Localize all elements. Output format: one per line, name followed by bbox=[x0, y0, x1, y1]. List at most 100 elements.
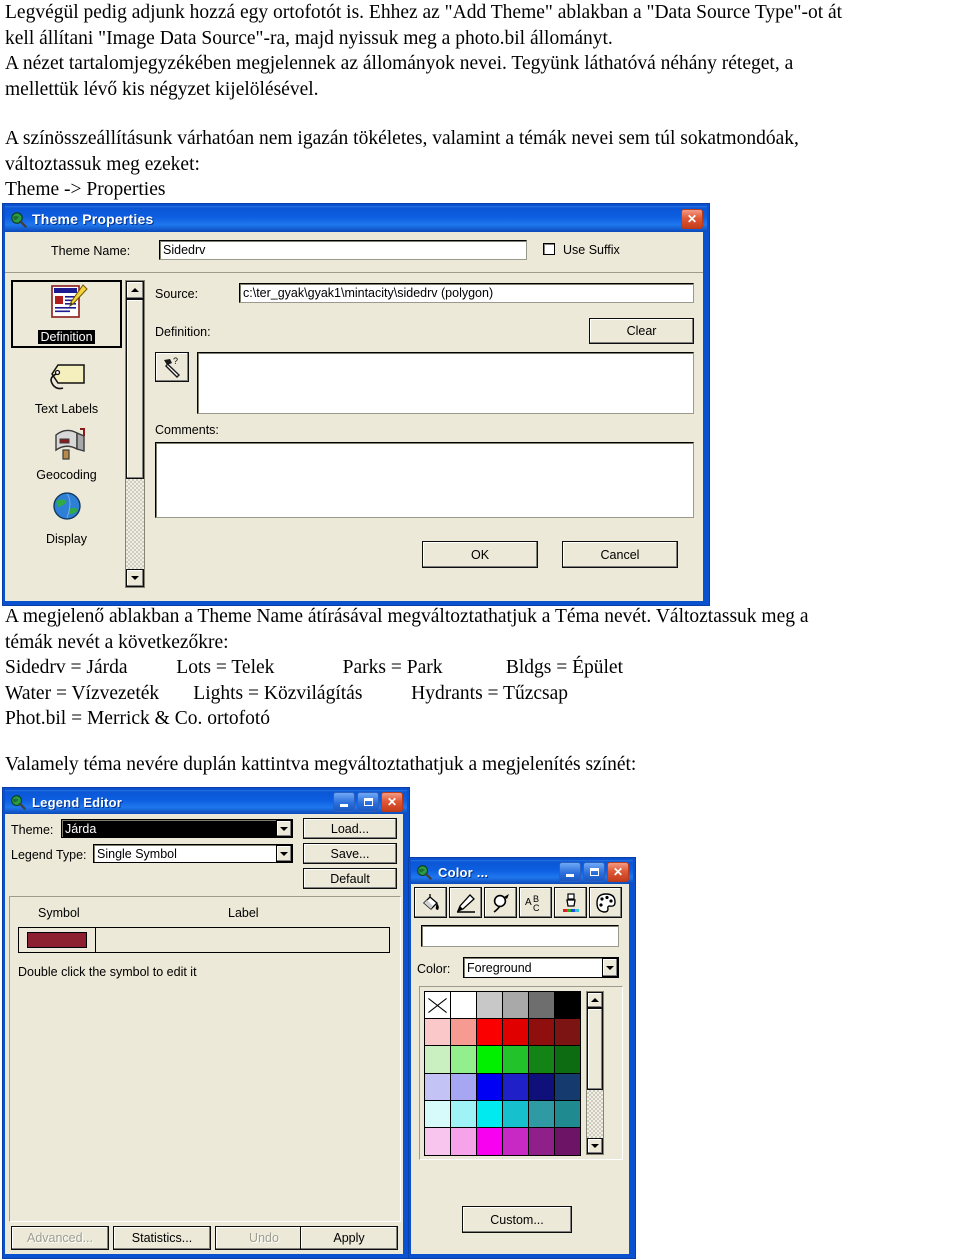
marker-pin-icon[interactable] bbox=[484, 887, 517, 918]
custom-color-button[interactable]: Custom... bbox=[462, 1206, 572, 1233]
theme-page-definition[interactable]: Definition bbox=[11, 280, 122, 348]
apply-button[interactable]: Apply bbox=[300, 1226, 398, 1250]
minimize-icon[interactable] bbox=[333, 792, 355, 812]
theme-pages-scrollbar[interactable] bbox=[125, 280, 145, 588]
color-swatch[interactable] bbox=[527, 1017, 555, 1047]
fill-paint-bucket-icon[interactable] bbox=[414, 887, 447, 918]
color-swatch[interactable] bbox=[501, 1072, 529, 1101]
color-swatch[interactable] bbox=[475, 990, 503, 1019]
undo-button[interactable]: Undo bbox=[215, 1226, 313, 1250]
close-icon[interactable]: ✕ bbox=[607, 862, 629, 882]
color-swatch[interactable] bbox=[527, 990, 555, 1019]
color-swatch[interactable] bbox=[553, 1045, 581, 1074]
color-swatch[interactable] bbox=[449, 1099, 477, 1129]
color-swatch[interactable] bbox=[527, 1099, 555, 1129]
color-swatch[interactable] bbox=[449, 1045, 477, 1074]
legend-row[interactable] bbox=[18, 927, 390, 953]
color-swatch[interactable] bbox=[475, 1072, 503, 1101]
chevron-down-icon[interactable] bbox=[276, 820, 292, 837]
color-swatch[interactable] bbox=[449, 1017, 477, 1047]
statistics-button[interactable]: Statistics... bbox=[113, 1226, 211, 1250]
scrollbar-thumb[interactable] bbox=[587, 1008, 603, 1090]
palette-icon[interactable] bbox=[589, 887, 622, 918]
chevron-down-icon[interactable] bbox=[602, 958, 618, 977]
color-swatch[interactable] bbox=[527, 1127, 555, 1156]
theme-properties-titlebar[interactable]: Theme Properties ✕ bbox=[5, 206, 707, 232]
color-swatch[interactable] bbox=[553, 1017, 581, 1047]
scroll-up-button[interactable] bbox=[126, 281, 144, 299]
theme-page-geocoding[interactable]: Geocoding bbox=[11, 420, 122, 482]
label-cell[interactable] bbox=[96, 928, 389, 952]
scroll-down-button[interactable] bbox=[126, 569, 144, 587]
color-swatch[interactable] bbox=[527, 1045, 555, 1074]
color-target-combobox[interactable]: Foreground bbox=[463, 957, 619, 978]
color-swatch[interactable] bbox=[449, 1072, 477, 1101]
color-swatch[interactable] bbox=[553, 1072, 581, 1101]
theme-properties-dialog[interactable]: Theme Properties ✕ Theme Name: Sidedrv U… bbox=[2, 203, 710, 606]
color-swatch[interactable] bbox=[423, 1017, 451, 1047]
scroll-down-button[interactable] bbox=[587, 1138, 603, 1154]
default-button[interactable]: Default bbox=[303, 868, 397, 889]
color-swatch[interactable] bbox=[449, 1127, 477, 1156]
color-swatch[interactable] bbox=[553, 990, 581, 1019]
color-swatch[interactable] bbox=[423, 1099, 451, 1129]
color-swatch[interactable] bbox=[501, 1099, 529, 1129]
color-swatch[interactable] bbox=[475, 1017, 503, 1047]
scrollbar-trough[interactable] bbox=[126, 479, 144, 569]
comments-textarea[interactable] bbox=[155, 442, 694, 518]
scrollbar-trough[interactable] bbox=[587, 1090, 603, 1138]
color-swatch[interactable] bbox=[501, 1127, 529, 1156]
color-preview-box[interactable] bbox=[421, 925, 619, 947]
text-abc-icon[interactable]: A B C bbox=[519, 887, 552, 918]
color-swatch[interactable] bbox=[475, 1045, 503, 1074]
clear-button[interactable]: Clear bbox=[589, 318, 694, 344]
color-swatch[interactable] bbox=[527, 1072, 555, 1101]
scroll-up-button[interactable] bbox=[587, 992, 603, 1008]
color-palette-dialog[interactable]: Color ... ✕ A B C Color: Foreground Cust… bbox=[408, 857, 636, 1259]
color-swatch[interactable] bbox=[553, 1127, 581, 1156]
maximize-icon[interactable] bbox=[583, 862, 605, 882]
color-swatch[interactable] bbox=[475, 1127, 503, 1156]
theme-pages-list[interactable]: Definition Text Labels Geocoding Display bbox=[11, 280, 122, 588]
theme-page-display[interactable]: Display bbox=[11, 486, 122, 548]
use-suffix-checkbox[interactable] bbox=[543, 243, 555, 255]
color-swatch[interactable] bbox=[423, 1045, 451, 1074]
color-swatch[interactable] bbox=[423, 1072, 451, 1101]
minimize-icon[interactable] bbox=[559, 862, 581, 882]
ok-button[interactable]: OK bbox=[422, 541, 538, 568]
color-swatch[interactable] bbox=[501, 1017, 529, 1047]
theme-name-input[interactable]: Sidedrv bbox=[159, 240, 527, 260]
color-palette-toolbar[interactable]: A B C bbox=[414, 887, 626, 919]
color-palette-titlebar[interactable]: Color ... ✕ bbox=[411, 860, 633, 884]
query-builder-button[interactable]: ? bbox=[155, 352, 189, 382]
cancel-button[interactable]: Cancel bbox=[562, 541, 678, 568]
advanced-button[interactable]: Advanced... bbox=[11, 1226, 109, 1250]
legend-editor-dialog[interactable]: Legend Editor ✕ Theme: Járda Legend Type… bbox=[2, 787, 410, 1259]
pen-line-icon[interactable] bbox=[449, 887, 482, 918]
theme-combobox[interactable]: Járda bbox=[61, 819, 293, 838]
symbol-cell[interactable] bbox=[19, 928, 96, 952]
color-brush-icon[interactable] bbox=[554, 887, 587, 918]
color-swatch[interactable] bbox=[501, 1045, 529, 1074]
close-icon[interactable]: ✕ bbox=[681, 209, 703, 229]
definition-textarea[interactable] bbox=[197, 352, 694, 414]
paragraph-line: A színösszeállításunk várhatóan nem igaz… bbox=[5, 128, 799, 149]
color-swatch[interactable] bbox=[449, 990, 477, 1019]
symbol-swatch[interactable] bbox=[27, 932, 87, 948]
color-swatch[interactable] bbox=[423, 1127, 451, 1156]
legend-editor-titlebar[interactable]: Legend Editor ✕ bbox=[5, 790, 407, 814]
load-button[interactable]: Load... bbox=[303, 818, 397, 839]
save-button[interactable]: Save... bbox=[303, 843, 397, 864]
color-swatch[interactable] bbox=[501, 990, 529, 1019]
color-grid-scrollbar[interactable] bbox=[586, 991, 604, 1155]
color-swatch[interactable] bbox=[475, 1099, 503, 1129]
maximize-icon[interactable] bbox=[357, 792, 379, 812]
color-swatch[interactable] bbox=[553, 1099, 581, 1129]
color-swatch-transparent[interactable] bbox=[423, 990, 451, 1019]
theme-page-text-labels[interactable]: Text Labels bbox=[11, 354, 122, 416]
color-swatch-grid[interactable] bbox=[423, 990, 581, 1156]
scrollbar-thumb[interactable] bbox=[126, 299, 144, 479]
legend-type-combobox[interactable]: Single Symbol bbox=[93, 844, 293, 863]
close-icon[interactable]: ✕ bbox=[381, 792, 403, 812]
chevron-down-icon[interactable] bbox=[276, 845, 292, 862]
